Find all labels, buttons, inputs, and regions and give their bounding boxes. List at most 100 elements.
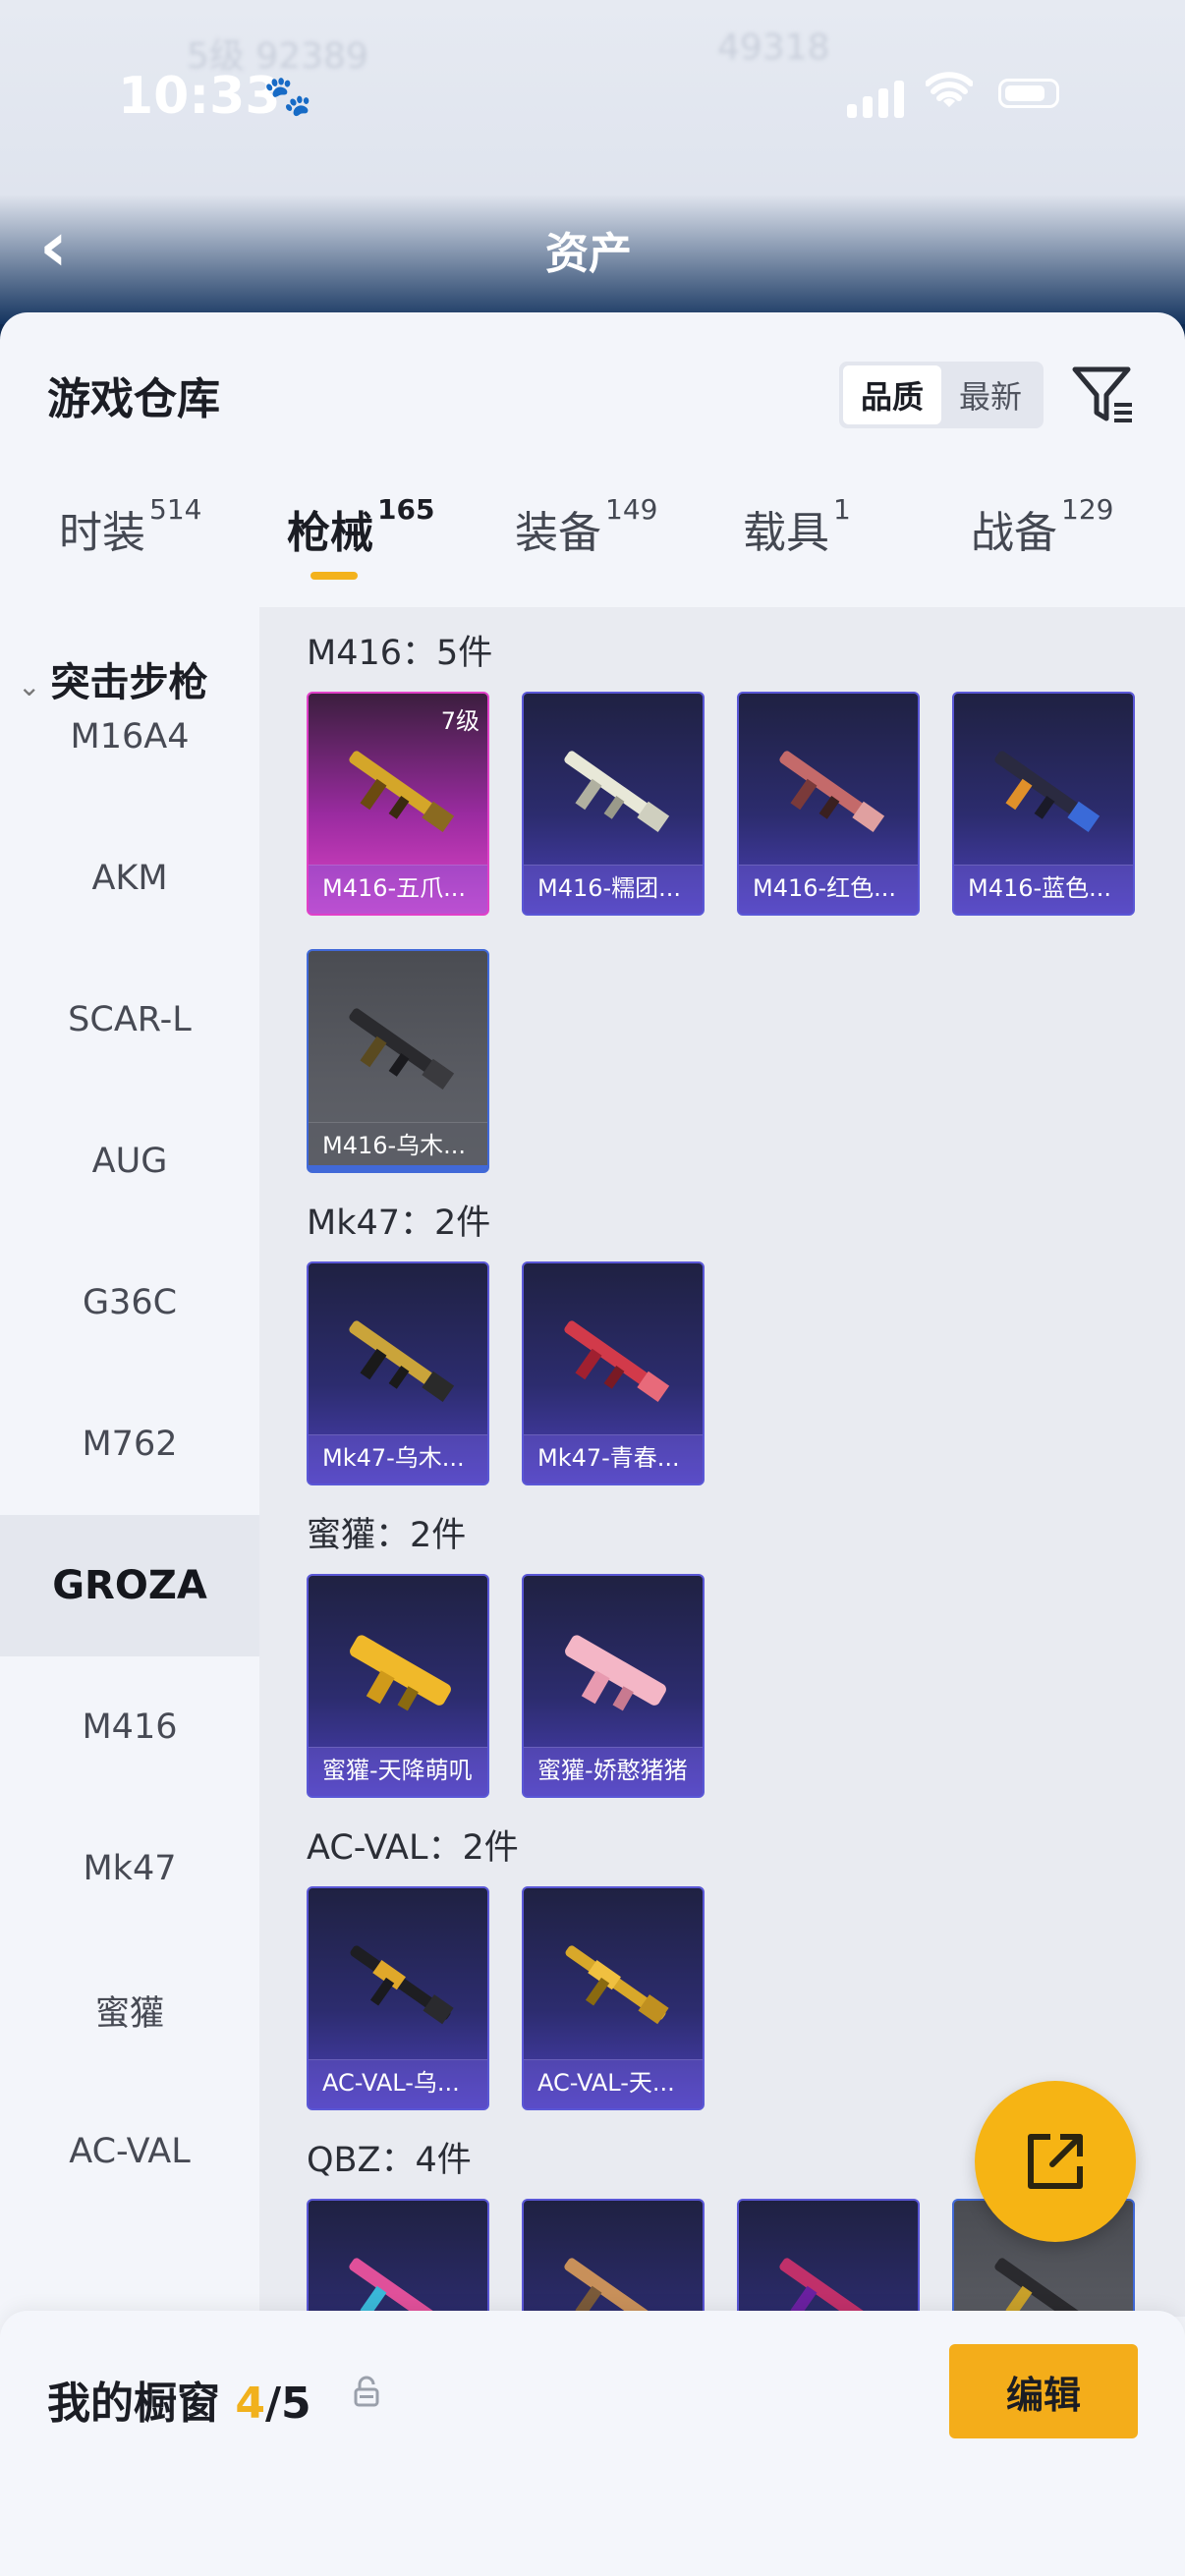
group-title-qbz: QBZ：4件	[307, 2141, 472, 2180]
rifle-icon	[564, 1320, 670, 1402]
skin-card-label: 蜜獾-娇憨猪猪	[524, 1747, 703, 1796]
sort-toggle: 品质 最新	[839, 362, 1044, 428]
rifle-icon	[779, 2258, 881, 2317]
sheet-title: 游戏仓库	[47, 374, 220, 424]
share-button[interactable]	[975, 2081, 1136, 2242]
rifle-icon	[349, 1008, 455, 1090]
sidebar-item-mk47[interactable]: Mk47	[0, 1798, 259, 1939]
sidebar-item-m762[interactable]: M762	[0, 1373, 259, 1515]
group-title-honey-badger: 蜜獾：2件	[307, 1516, 467, 1555]
rifle-icon	[565, 1945, 669, 2025]
tab-vehicles[interactable]: 载具 1	[743, 493, 851, 560]
tab-label: 战备	[971, 508, 1057, 558]
sidebar-item-g36c[interactable]: G36C	[0, 1232, 259, 1373]
skin-card-label: M416-糯团...	[524, 865, 703, 914]
skin-card-label: Mk47-乌木...	[309, 1434, 487, 1484]
tab-label: 装备	[515, 508, 601, 558]
skin-card[interactable]	[307, 2199, 489, 2317]
skin-card[interactable]: Mk47-青春...	[522, 1261, 705, 1485]
status-time: 10:33	[118, 67, 281, 126]
skin-card[interactable]: M416-蓝色...	[952, 692, 1135, 916]
rifle-icon	[564, 2258, 666, 2317]
tab-equipment[interactable]: 装备 149	[515, 493, 657, 560]
tab-count: 165	[377, 493, 435, 526]
edit-showcase-button[interactable]: 编辑	[949, 2344, 1138, 2438]
rifle-icon	[349, 751, 455, 832]
tab-supplies[interactable]: 战备 129	[971, 493, 1113, 560]
rifle-icon	[349, 1320, 455, 1402]
showcase-label: 我的橱窗 4/5	[47, 2368, 311, 2431]
rifle-icon	[564, 751, 670, 832]
skin-card[interactable]: Mk47-乌木...	[307, 1261, 489, 1485]
back-arrow-icon[interactable]: ‹	[39, 206, 68, 287]
tab-fashion[interactable]: 时装 514	[59, 493, 201, 560]
skin-card-label: AC-VAL-天...	[524, 2059, 703, 2108]
tab-count: 514	[149, 493, 202, 526]
group-title-ac-val: AC-VAL：2件	[307, 1828, 519, 1868]
sidebar-item-groza[interactable]: GROZA	[0, 1515, 259, 1656]
weapon-sidebar: ⌄ 突击步枪 M16A4 AKM SCAR-L AUG G36C M762 GRO…	[0, 607, 259, 2317]
skin-card[interactable]: M416-红色...	[737, 692, 920, 916]
sidebar-item-m16a4[interactable]: M16A4	[0, 666, 259, 808]
showcase-total-count: /5	[264, 2379, 311, 2429]
smg-icon	[350, 1635, 451, 1711]
tab-indicator	[310, 572, 358, 580]
tab-label: 枪械	[287, 508, 373, 558]
smg-icon	[565, 1635, 666, 1711]
skin-card-label: AC-VAL-乌...	[309, 2059, 487, 2108]
filter-icon[interactable]	[1071, 364, 1136, 426]
signal-icon	[847, 81, 910, 118]
skin-card[interactable]: 7级 M416-五爪...	[307, 692, 489, 916]
skin-card[interactable]: 蜜獾-娇憨猪猪	[522, 1574, 705, 1798]
skin-card-label: Mk47-青春...	[524, 1434, 703, 1484]
skin-card-label: 蜜獾-天降萌叽	[309, 1747, 487, 1796]
sidebar-item-akm[interactable]: AKM	[0, 808, 259, 949]
sort-quality-button[interactable]: 品质	[843, 365, 941, 424]
weapon-grid: M416：5件 7级 M416-五爪... M416-糯团... M416-红色…	[259, 607, 1185, 2317]
showcase-title: 我的橱窗	[47, 2379, 220, 2429]
sidebar-item-honey-badger[interactable]: 蜜獾	[0, 1939, 259, 2081]
skin-card-label: M416-蓝色...	[954, 865, 1133, 914]
tab-count: 149	[605, 493, 658, 526]
tab-label: 载具	[743, 508, 829, 558]
wifi-icon	[925, 69, 974, 122]
rifle-icon	[350, 1945, 454, 2025]
status-bar: 10:33 🐾	[0, 59, 1185, 138]
app-root: 5级 92389 49318 10:33 🐾 ‹ 资产 游戏仓库 品质 最新 时…	[0, 0, 1185, 2576]
tab-count: 129	[1061, 493, 1114, 526]
battery-icon	[998, 79, 1059, 108]
skin-card[interactable]: AC-VAL-乌...	[307, 1886, 489, 2110]
sidebar-item-scar-l[interactable]: SCAR-L	[0, 949, 259, 1091]
paw-icon: 🐾	[263, 74, 312, 119]
skin-card[interactable]	[737, 2199, 920, 2317]
group-title-mk47: Mk47：2件	[307, 1204, 491, 1243]
tab-count: 1	[833, 493, 851, 526]
sidebar-item-aug[interactable]: AUG	[0, 1091, 259, 1232]
skin-card[interactable]: AC-VAL-天...	[522, 1886, 705, 2110]
tab-label: 时装	[59, 508, 145, 558]
rifle-icon	[349, 2258, 451, 2317]
category-tabs: 时装 514 枪械 165 装备 149 载具 1 战备 129	[0, 493, 1185, 605]
warehouse-sheet: 游戏仓库 品质 最新 时装 514 枪械 165 装备 149 载具 1 战备 129 ⌄…	[0, 312, 1185, 2576]
share-icon	[1028, 2134, 1083, 2189]
page-title: 资产	[545, 229, 632, 279]
showcase-bar: 我的橱窗 4/5 编辑	[0, 2311, 1185, 2576]
rifle-icon	[994, 2258, 1097, 2317]
showcase-current-count: 4	[235, 2379, 265, 2429]
skin-card[interactable]: M416-糯团...	[522, 692, 705, 916]
skin-card[interactable]	[522, 2199, 705, 2317]
skin-card[interactable]: M416-乌木...	[307, 949, 489, 1173]
lock-icon	[352, 2376, 381, 2407]
sort-newest-button[interactable]: 最新	[941, 365, 1040, 424]
rifle-icon	[779, 751, 885, 832]
skin-card-label: M416-红色...	[739, 865, 918, 914]
sidebar-item-ac-val[interactable]: AC-VAL	[0, 2081, 259, 2222]
background-header: 5级 92389 49318 10:33 🐾 ‹ 资产	[0, 0, 1185, 324]
skin-card-label: M416-五爪...	[309, 865, 487, 914]
sidebar-item-m416[interactable]: M416	[0, 1656, 259, 1798]
skin-card[interactable]: 蜜獾-天降萌叽	[307, 1574, 489, 1798]
skin-card-label: M416-乌木...	[309, 1122, 487, 1171]
rifle-icon	[994, 751, 1100, 832]
group-title-m416: M416：5件	[307, 634, 493, 673]
tab-guns[interactable]: 枪械 165	[287, 493, 434, 580]
